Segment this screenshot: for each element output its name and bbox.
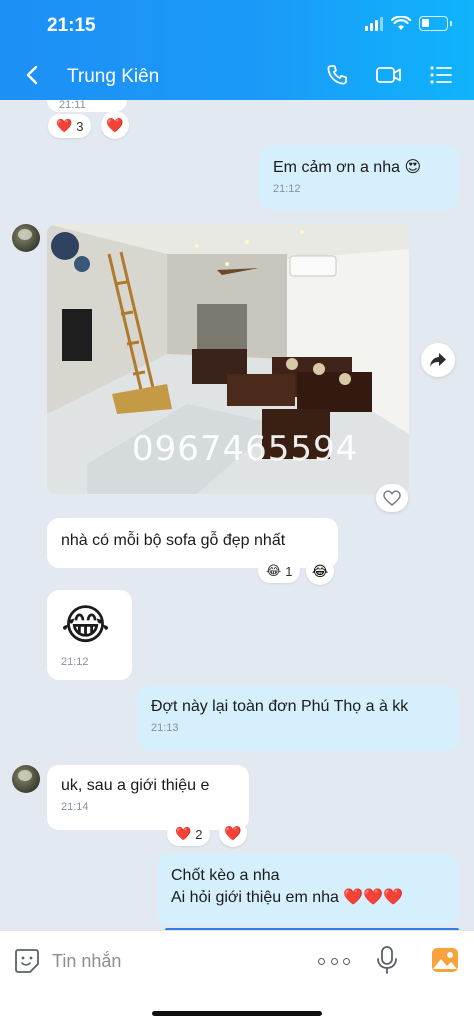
forward-button[interactable] <box>421 343 455 377</box>
message-incoming[interactable]: uk, sau a giới thiệu e 21:14 <box>47 765 249 830</box>
message-list[interactable]: 21:11 ❤️ 3 ❤️ Em cảm ơn a nha 😍 21:12 09… <box>0 100 474 930</box>
video-call-button[interactable] <box>374 60 404 90</box>
status-time: 21:15 <box>47 15 96 36</box>
message-text-line-2: Ai hỏi giới thiệu em nha ❤️❤️❤️ <box>171 889 404 906</box>
video-camera-icon <box>376 67 401 83</box>
avatar[interactable] <box>12 224 40 252</box>
message-text-line-1: Chốt kèo a nha <box>171 867 280 884</box>
message-time: 21:13 <box>151 722 179 734</box>
battery-icon <box>419 16 448 31</box>
message-outgoing[interactable]: Em cảm ơn a nha 😍 21:12 <box>259 145 459 210</box>
message-time: 21:12 <box>273 183 301 195</box>
message-text: Em cảm ơn a nha 😍 <box>273 159 422 176</box>
voice-message-button[interactable] <box>374 945 400 975</box>
sticker-icon <box>15 949 39 973</box>
message-text: uk, sau a giới thiệu e <box>61 777 210 794</box>
laughing-crying-reaction-icon: 😂 <box>266 563 282 578</box>
reaction-summary[interactable]: ❤️ 3 <box>48 114 92 138</box>
call-button[interactable] <box>322 60 352 90</box>
wifi-icon <box>391 16 411 30</box>
more-options-button[interactable] <box>318 949 350 973</box>
react-button[interactable]: ❤️ <box>101 111 129 139</box>
microphone-icon <box>377 946 397 974</box>
top-bar: 21:15 Trung Kiên <box>0 0 474 100</box>
message-incoming[interactable]: 😂 21:12 <box>47 590 132 680</box>
sticker-button[interactable] <box>14 948 40 974</box>
heart-outline-icon <box>383 490 401 506</box>
image-watermark: 0967465594 <box>132 429 359 469</box>
message-composer <box>0 930 474 1024</box>
heart-reaction-icon: ❤️ <box>56 118 73 133</box>
reaction-summary[interactable]: ❤️ 2 <box>167 822 211 846</box>
home-indicator <box>152 1011 322 1016</box>
options-button[interactable] <box>426 60 456 90</box>
message-time: 21:14 <box>61 801 89 813</box>
heart-reaction-icon: ❤️ <box>175 826 192 841</box>
message-time: 21:11 <box>59 100 86 111</box>
reaction-count: 1 <box>285 563 293 579</box>
phone-icon <box>327 65 347 85</box>
header-actions <box>322 60 456 90</box>
list-menu-icon <box>430 66 452 84</box>
status-icons <box>365 16 452 31</box>
reaction-summary[interactable]: 😂 1 <box>258 559 301 583</box>
reaction-count: 2 <box>195 826 203 842</box>
like-button[interactable] <box>376 484 408 512</box>
back-button[interactable] <box>18 60 48 90</box>
laughing-crying-emoji-icon: 😂 <box>61 601 111 648</box>
message-outgoing[interactable]: Đợt này lại toàn đơn Phú Thọ a à kk 21:1… <box>137 686 459 751</box>
message-input[interactable] <box>52 945 282 977</box>
message-text: Đợt này lại toàn đơn Phú Thọ a à kk <box>151 698 409 715</box>
image-gallery-icon <box>432 948 458 972</box>
image-picker-button[interactable] <box>430 945 460 975</box>
contact-name[interactable]: Trung Kiên <box>67 66 159 88</box>
chevron-left-icon <box>26 65 38 85</box>
react-button[interactable]: ❤️ <box>219 819 247 847</box>
avatar[interactable] <box>12 765 40 793</box>
image-message[interactable]: 0967465594 <box>47 224 409 494</box>
signal-icon <box>365 16 383 31</box>
message-outgoing[interactable]: Chốt kèo a nha Ai hỏi giới thiệu em nha … <box>157 853 459 925</box>
message-time: 21:12 <box>61 656 89 668</box>
message-text: nhà có mỗi bộ sofa gỗ đẹp nhất <box>61 532 286 549</box>
react-button[interactable]: 😂 <box>306 557 334 585</box>
reaction-count: 3 <box>76 118 84 134</box>
forward-arrow-icon <box>430 353 446 367</box>
